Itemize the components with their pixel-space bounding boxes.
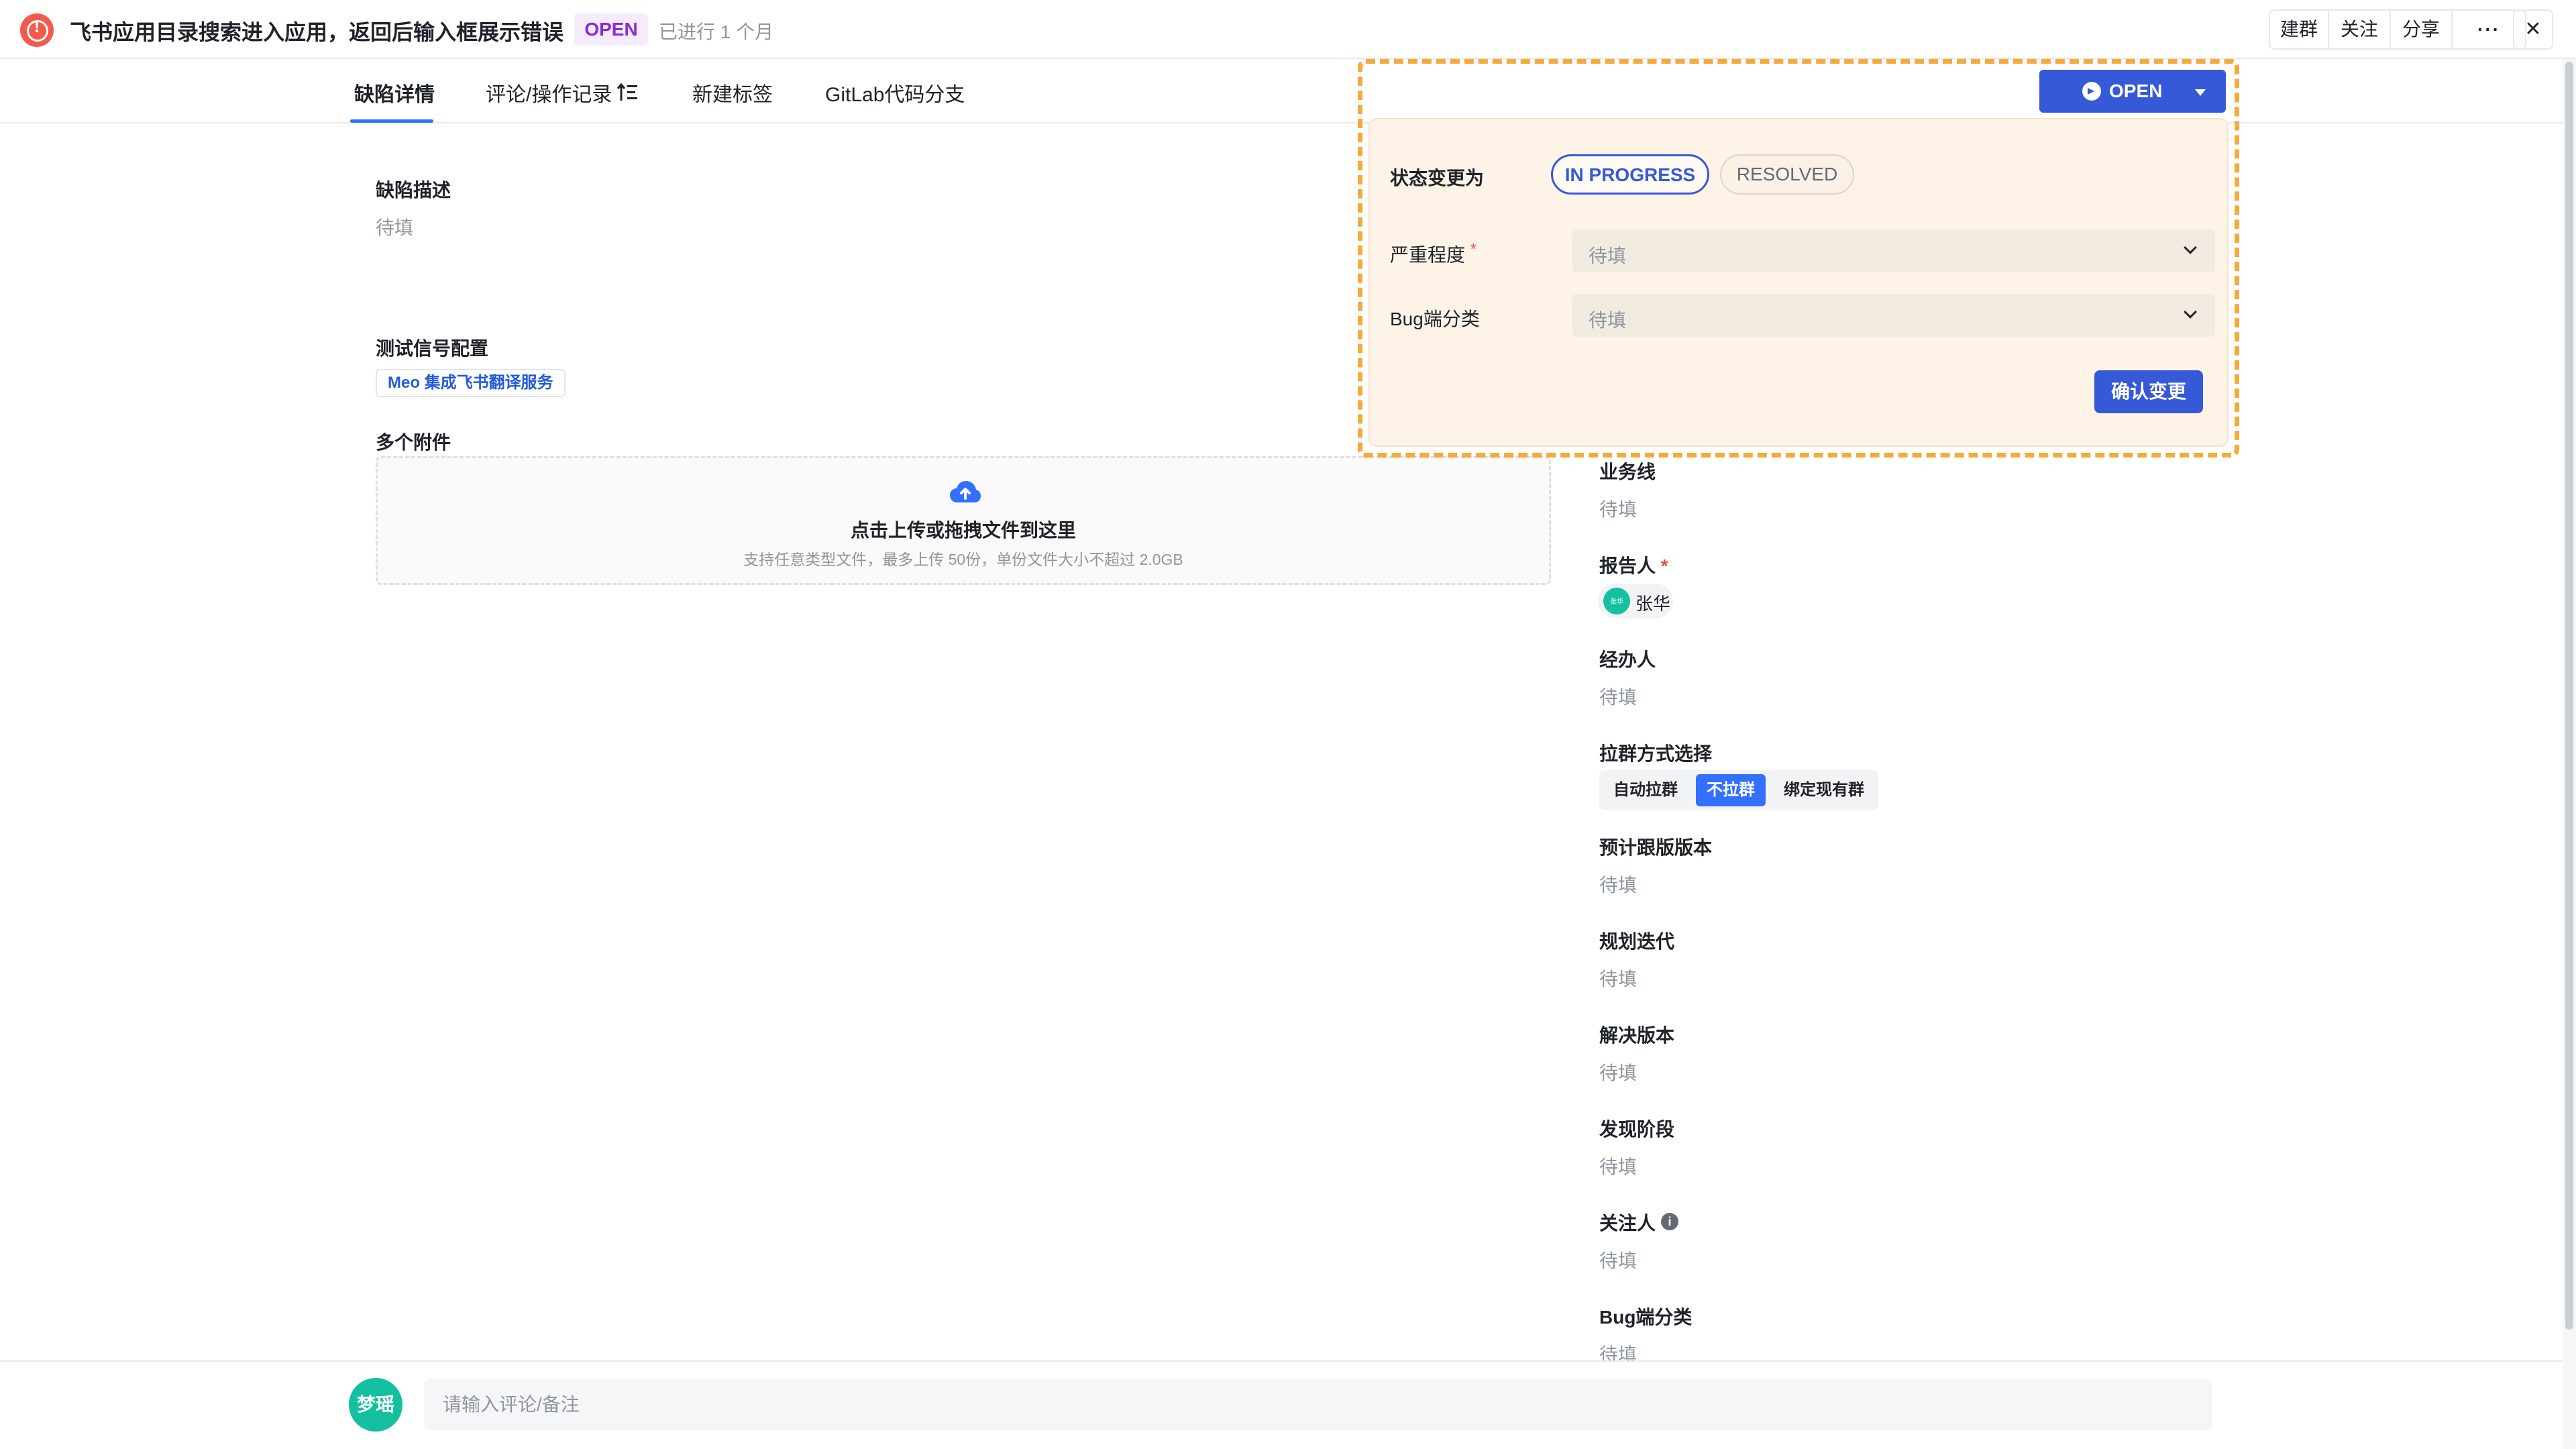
bug-category-popover-label: Bug端分类	[1390, 309, 1480, 329]
confirm-change-button[interactable]: 确认变更	[2094, 370, 2203, 413]
found-stage-label: 发现阶段	[1599, 1119, 1675, 1140]
avatar	[1603, 588, 1630, 614]
comment-input[interactable]	[424, 1379, 2212, 1430]
share-button[interactable]: 分享	[2391, 11, 2453, 48]
cloud-upload-icon	[950, 481, 981, 502]
bug-alert-icon	[20, 13, 54, 47]
elapsed-duration: 已进行 1 个月	[659, 21, 774, 42]
header-action-group: 建群 关注 分享 ···	[2269, 9, 2526, 50]
required-mark: *	[1660, 555, 1668, 576]
status-button-label: OPEN	[2109, 80, 2163, 101]
issue-header: 飞书应用目录搜索进入应用，返回后输入框展示错误 OPEN 已进行 1 个月 建群…	[0, 0, 2576, 59]
description-value[interactable]: 待填	[376, 213, 413, 240]
tab-defect-details[interactable]: 缺陷详情	[354, 78, 435, 107]
issue-title: 飞书应用目录搜索进入应用，返回后输入框展示错误	[70, 20, 564, 44]
planned-version-value[interactable]: 待填	[1599, 871, 1637, 898]
status-dropdown-button[interactable]: OPEN	[2039, 70, 2226, 113]
status-option-in-progress[interactable]: IN PROGRESS	[1551, 154, 1709, 195]
watchers-value[interactable]: 待填	[1599, 1246, 1637, 1273]
test-signal-label: 测试信号配置	[376, 338, 489, 359]
planned-iteration-value[interactable]: 待填	[1599, 965, 1637, 991]
test-signal-tag[interactable]: Meo 集成飞书翻译服务	[376, 369, 566, 397]
active-tab-indicator	[350, 119, 433, 123]
sort-order-icon[interactable]	[617, 83, 639, 102]
resolved-version-value[interactable]: 待填	[1599, 1059, 1637, 1085]
severity-select[interactable]: 待填	[1572, 229, 2215, 272]
group-option-none[interactable]: 不拉群	[1696, 774, 1766, 806]
status-change-label: 状态变更为	[1390, 168, 1485, 189]
tab-comments-history[interactable]: 评论/操作记录	[486, 78, 612, 107]
reporter-label: 报告人 *	[1599, 555, 1668, 576]
group-option-auto[interactable]: 自动拉群	[1606, 774, 1685, 806]
upload-instruction: 点击上传或拖拽文件到这里	[850, 520, 1076, 541]
upload-dropzone[interactable]: 点击上传或拖拽文件到这里 支持任意类型文件，最多上传 50份，单份文件大小不超过…	[376, 456, 1551, 585]
severity-select-value: 待填	[1589, 246, 1627, 266]
business-line-value[interactable]: 待填	[1599, 495, 1637, 522]
follow-button[interactable]: 关注	[2329, 11, 2391, 48]
resolved-version-label: 解决版本	[1599, 1025, 1675, 1046]
group-method-segmented: 自动拉群 不拉群 绑定现有群	[1599, 770, 1878, 810]
planned-iteration-label: 规划迭代	[1599, 931, 1675, 952]
chevron-down-icon	[2184, 241, 2197, 254]
bug-category-select[interactable]: 待填	[1572, 294, 2215, 337]
chevron-down-icon	[2184, 305, 2197, 319]
bug-category-label: Bug端分类	[1599, 1307, 1693, 1328]
found-stage-value[interactable]: 待填	[1599, 1152, 1637, 1179]
status-circle-icon	[2082, 82, 2101, 101]
status-badge: OPEN	[574, 13, 648, 46]
assignee-value[interactable]: 待填	[1599, 683, 1637, 710]
business-line-label: 业务线	[1599, 462, 1656, 482]
scrollbar-thumb[interactable]	[2565, 62, 2573, 1330]
watchers-label: 关注人	[1599, 1213, 1656, 1234]
assignee-label: 经办人	[1599, 649, 1656, 670]
description-label: 缺陷描述	[376, 180, 451, 201]
reporter-name: 张华	[1635, 594, 1671, 614]
info-icon[interactable]: i	[1661, 1213, 1678, 1230]
caret-down-icon	[2195, 89, 2206, 96]
severity-label: 严重程度 *	[1390, 240, 1477, 266]
planned-version-label: 预计跟版版本	[1599, 837, 1713, 858]
attachments-label: 多个附件	[376, 432, 451, 453]
close-icon[interactable]: ✕	[2513, 9, 2553, 50]
create-group-button[interactable]: 建群	[2270, 11, 2329, 48]
status-option-resolved[interactable]: RESOLVED	[1720, 154, 1854, 195]
tab-new-label[interactable]: 新建标签	[692, 78, 773, 107]
bug-category-select-value: 待填	[1589, 310, 1627, 331]
group-option-bind-existing[interactable]: 绑定现有群	[1776, 774, 1872, 806]
avatar: 梦瑶	[349, 1378, 402, 1432]
group-method-label: 拉群方式选择	[1599, 743, 1713, 764]
tab-gitlab-branch[interactable]: GitLab代码分支	[825, 78, 965, 107]
required-mark: *	[1470, 240, 1477, 258]
upload-limits: 支持任意类型文件，最多上传 50份，单份文件大小不超过 2.0GB	[743, 551, 1183, 568]
